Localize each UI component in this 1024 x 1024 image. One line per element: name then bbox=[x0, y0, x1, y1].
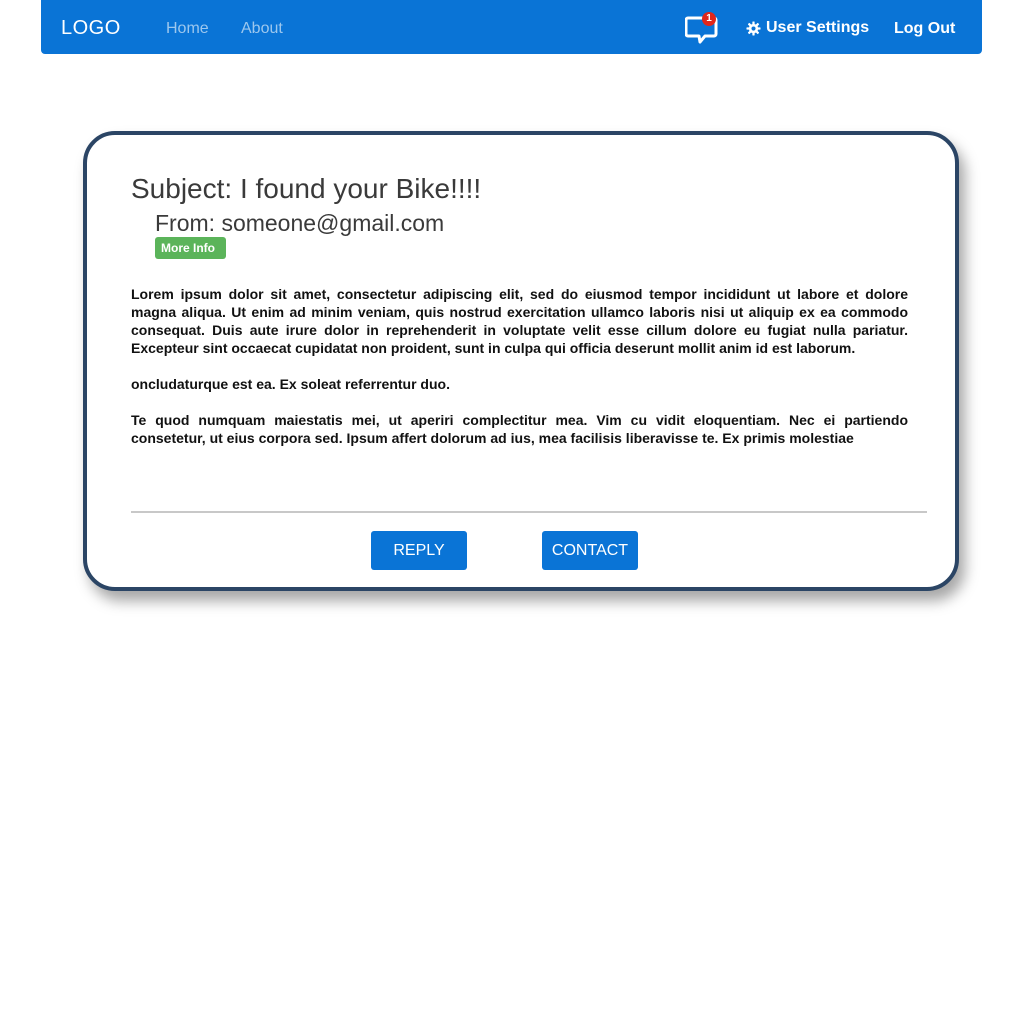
contact-button[interactable]: CONTACT bbox=[542, 531, 638, 570]
message-sender: From: someone@gmail.com bbox=[155, 210, 445, 236]
user-settings-label: User Settings bbox=[766, 19, 870, 36]
message-card: Subject: I found your Bike!!!! From: som… bbox=[83, 131, 959, 591]
more-info-button[interactable]: More Info bbox=[155, 237, 226, 259]
logo[interactable]: LOGO bbox=[61, 17, 121, 40]
top-navbar: LOGO Home About 1 User Settings Log Out bbox=[41, 0, 982, 54]
notification-badge: 1 bbox=[702, 12, 716, 26]
user-settings-link[interactable]: User Settings bbox=[746, 19, 869, 37]
divider bbox=[131, 511, 927, 513]
message-paragraph: Te quod numquam maiestatis mei, ut aperi… bbox=[131, 412, 908, 446]
message-paragraph: oncludaturque est ea. Ex soleat referren… bbox=[131, 376, 450, 392]
nav-link-about[interactable]: About bbox=[241, 20, 283, 38]
message-paragraph: Lorem ipsum dolor sit amet, consectetur … bbox=[131, 286, 908, 356]
messages-button[interactable]: 1 bbox=[685, 12, 719, 46]
reply-button[interactable]: REPLY bbox=[371, 531, 467, 570]
message-body: Lorem ipsum dolor sit amet, consectetur … bbox=[131, 285, 908, 475]
message-subject: Subject: I found your Bike!!!! bbox=[131, 173, 482, 204]
logout-button[interactable]: Log Out bbox=[894, 20, 955, 38]
nav-link-home[interactable]: Home bbox=[166, 20, 209, 38]
gear-icon bbox=[746, 20, 761, 36]
